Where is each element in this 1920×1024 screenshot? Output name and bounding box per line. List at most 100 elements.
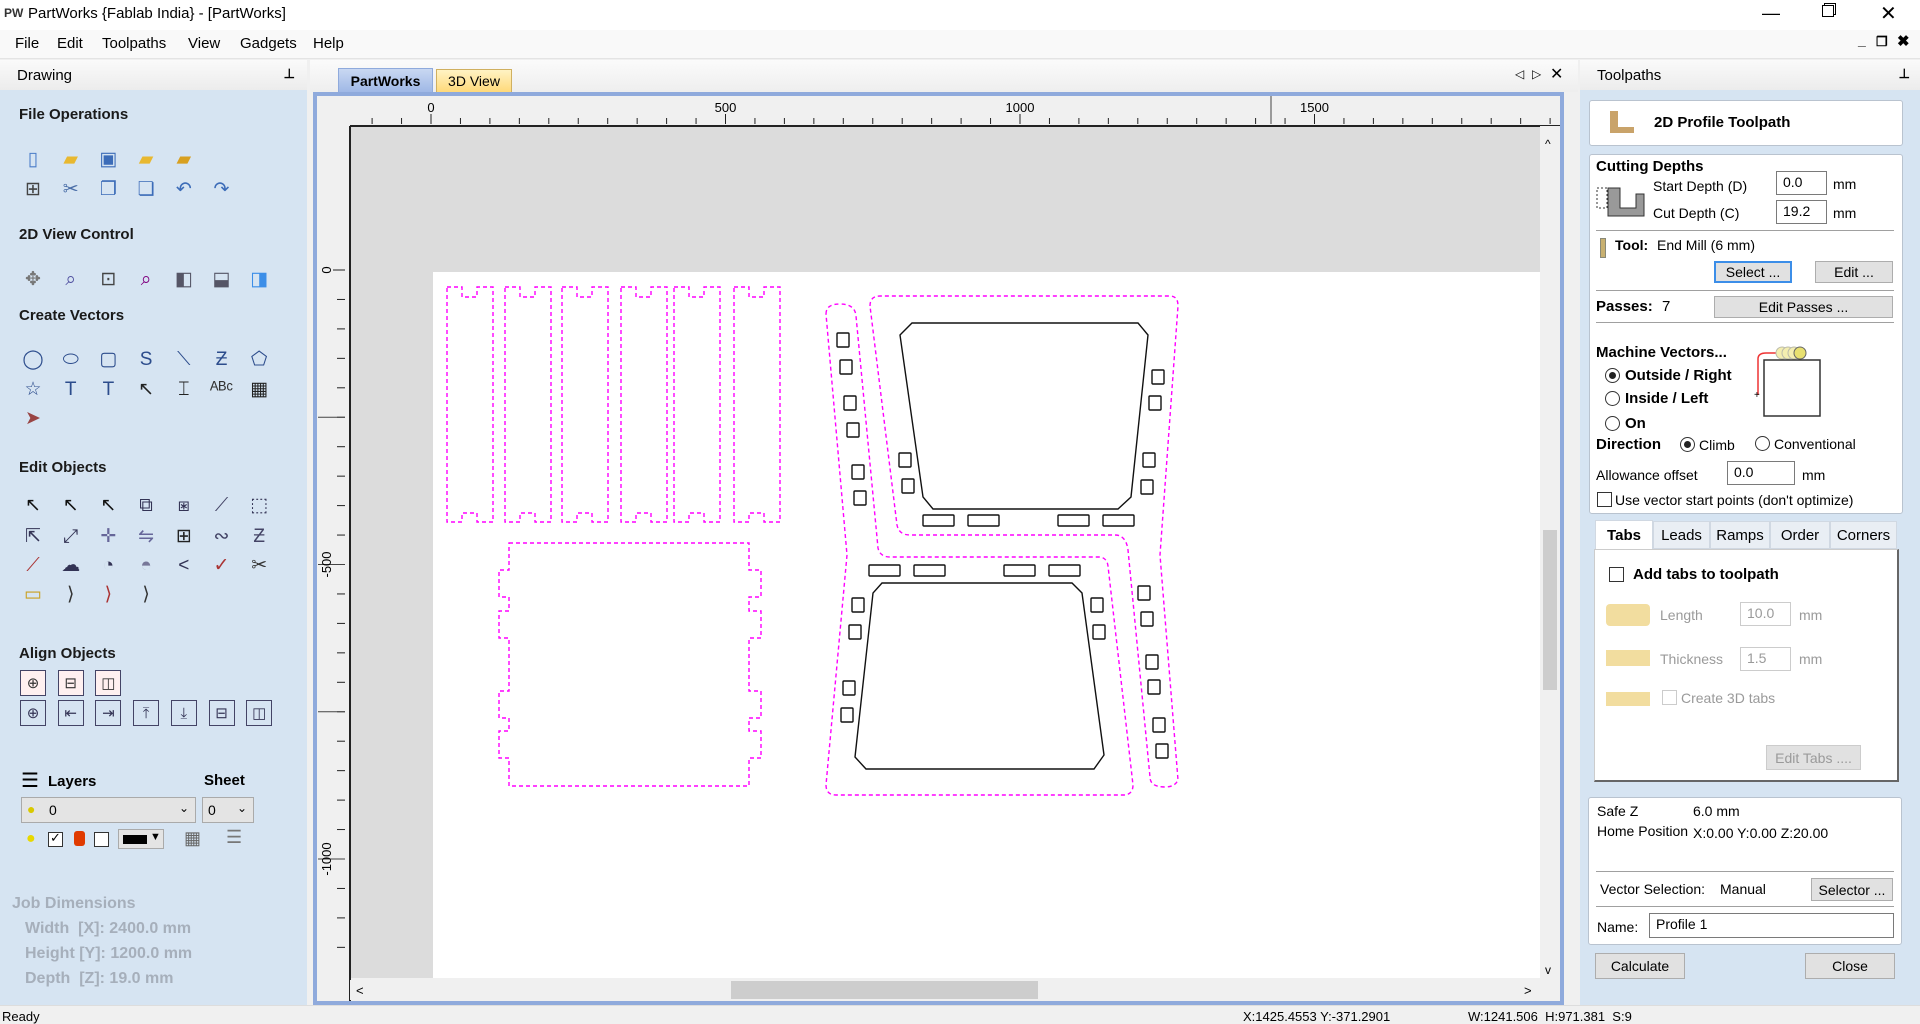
restore-button[interactable] — [1822, 5, 1834, 17]
close-document-icon[interactable]: ✕ — [1550, 64, 1563, 84]
zoom-selection-icon[interactable]: ⌕ — [133, 266, 159, 292]
group-icon[interactable]: ⧉ — [133, 492, 159, 518]
layer-visible-icon[interactable]: ● — [26, 830, 36, 848]
menu-edit[interactable]: Edit — [57, 35, 83, 52]
transform-icon[interactable]: ↖ — [95, 492, 121, 518]
toggle-right-pane-icon[interactable]: ◨ — [246, 266, 272, 292]
scissors-icon[interactable]: ✂ — [246, 552, 272, 578]
menu-toolpaths[interactable]: Toolpaths — [102, 35, 166, 52]
tab-order[interactable]: Order — [1770, 521, 1830, 549]
node-edit-icon[interactable]: ↖ — [58, 492, 84, 518]
dogbone-icon[interactable]: ⟩ — [58, 581, 84, 607]
tab-corners[interactable]: Corners — [1830, 521, 1897, 549]
align-top-icon[interactable]: ⤒ — [133, 700, 160, 726]
arc-text-icon[interactable]: ᴬᴮᶜ — [209, 376, 235, 402]
text-icon[interactable]: T — [58, 376, 84, 402]
radio-outside-right[interactable] — [1605, 368, 1620, 383]
cut-icon[interactable]: ✂ — [58, 176, 84, 202]
ellipse-icon[interactable]: ⬭ — [58, 346, 84, 372]
zigzag-icon[interactable]: Ƶ — [209, 346, 235, 372]
create-3d-tabs-checkbox[interactable] — [1662, 690, 1677, 705]
minimize-button[interactable]: — — [1762, 3, 1780, 24]
zoom-box-icon[interactable]: ⌕ — [58, 266, 84, 292]
radio-climb[interactable] — [1680, 437, 1695, 452]
bitmap-trace-icon[interactable]: ➤ — [20, 405, 46, 431]
pan-icon[interactable]: ✥ — [20, 266, 46, 292]
edit-tabs-button[interactable]: Edit Tabs .... — [1766, 745, 1861, 770]
save-file-icon[interactable]: ▣ — [95, 146, 121, 172]
array-copy-icon[interactable]: ⊞ — [171, 523, 197, 549]
open-file-icon[interactable]: ▰ — [58, 146, 84, 172]
edit-passes-button[interactable]: Edit Passes ... — [1714, 296, 1893, 318]
import-bitmap-icon[interactable]: ▰ — [171, 146, 197, 172]
rectangle-icon[interactable]: ▢ — [95, 346, 121, 372]
subtract-icon[interactable]: ◔ — [95, 552, 121, 578]
close-window-button[interactable]: ✕ — [1880, 1, 1897, 26]
bend-text-icon[interactable]: ⌶ — [171, 376, 197, 402]
scale-icon[interactable]: ⤢ — [58, 523, 84, 549]
calculate-button[interactable]: Calculate — [1595, 953, 1685, 979]
start-depth-input[interactable]: 0.0 — [1776, 171, 1827, 195]
move-icon[interactable]: ⇱ — [20, 523, 46, 549]
tab-scroll-left-icon[interactable]: ◁ — [1515, 67, 1524, 81]
center-in-material-icon[interactable]: ⊕ — [20, 670, 46, 696]
menu-file[interactable]: File — [15, 35, 39, 52]
selector-button[interactable]: Selector ... — [1811, 878, 1893, 901]
distort-icon[interactable]: ⬚ — [246, 492, 272, 518]
edit-tool-button[interactable]: Edit ... — [1815, 261, 1893, 283]
align-v-center-icon[interactable]: ◫ — [246, 700, 273, 726]
text-on-curve-icon[interactable]: ↖ — [133, 376, 159, 402]
fillet-icon[interactable]: < — [171, 552, 197, 578]
layer-visible-checkbox[interactable]: ✓ — [48, 830, 63, 847]
sheet-manager-icon[interactable]: ☰ — [226, 827, 242, 848]
add-tabs-checkbox[interactable] — [1609, 567, 1624, 582]
mdi-restore-button[interactable]: ❐ — [1876, 34, 1888, 50]
redo-icon[interactable]: ↷ — [209, 176, 235, 202]
select-tool-button[interactable]: Select ... — [1714, 261, 1792, 283]
ungroup-icon[interactable]: ⧆ — [171, 492, 197, 518]
circle-icon[interactable]: ◯ — [20, 346, 46, 372]
toggle-left-pane-icon[interactable]: ◧ — [171, 266, 197, 292]
toggle-bottom-pane-icon[interactable]: ⬓ — [209, 266, 235, 292]
star-icon[interactable]: ☆ — [20, 376, 46, 402]
ctrl-point-icon[interactable]: ⟩ — [133, 581, 159, 607]
polygon-icon[interactable]: ⬠ — [246, 346, 272, 372]
drawing-view[interactable]: 0 500 1000 1500 0 -500 -1000 ^ v < > — [317, 96, 1560, 1001]
layer-color-picker[interactable]: ▼ — [118, 829, 164, 849]
align-bottom-icon[interactable]: ⤓ — [170, 700, 197, 726]
horizontal-scrollbar-thumb[interactable] — [731, 981, 1038, 999]
tab-ramps[interactable]: Ramps — [1710, 521, 1770, 549]
auto-layout-text-icon[interactable]: T — [95, 376, 121, 402]
polyline-icon[interactable]: S — [133, 346, 159, 372]
rotate-icon[interactable]: ✛ — [95, 523, 121, 549]
tab-3d-view[interactable]: 3D View — [436, 69, 512, 92]
copy-icon[interactable]: ❐ — [95, 176, 121, 202]
new-file-icon[interactable]: ▯ — [20, 146, 46, 172]
tab-thickness-input[interactable]: 1.5 — [1740, 647, 1791, 671]
sheet-select[interactable]: 0 ⌄ — [202, 797, 254, 823]
align-left-icon[interactable]: ⇤ — [57, 700, 84, 726]
tab-partworks[interactable]: PartWorks — [338, 68, 433, 92]
open-component-icon[interactable]: ▰ — [133, 146, 159, 172]
trim-icon[interactable]: ⟋ — [20, 552, 46, 578]
pin-icon[interactable]: ⊥ — [1899, 66, 1910, 82]
allowance-offset-input[interactable]: 0.0 — [1727, 461, 1795, 485]
align-center-icon[interactable]: ⊕ — [20, 700, 46, 726]
select-icon[interactable]: ↖ — [20, 492, 46, 518]
toolpath-name-input[interactable]: Profile 1 — [1649, 913, 1894, 938]
curve-fit-icon[interactable]: ✓ — [209, 552, 235, 578]
layer-lock-checkbox[interactable] — [94, 832, 109, 847]
job-setup-icon[interactable]: ⊞ — [20, 176, 46, 202]
radio-inside-left[interactable] — [1605, 391, 1620, 406]
measure-icon[interactable]: ⟋ — [209, 492, 235, 518]
paste-icon[interactable]: ❏ — [133, 176, 159, 202]
weld-icon[interactable]: ☁ — [58, 552, 84, 578]
vertical-scrollbar-thumb[interactable] — [1543, 530, 1557, 690]
mdi-close-button[interactable]: ✖ — [1897, 32, 1910, 50]
cut-depth-input[interactable]: 19.2 — [1776, 200, 1827, 224]
tab-leads[interactable]: Leads — [1653, 521, 1710, 549]
intersect-icon[interactable]: ◓ — [133, 552, 159, 578]
center-horizontal-icon[interactable]: ⊟ — [57, 670, 84, 696]
align-h-center-icon[interactable]: ⊟ — [208, 700, 235, 726]
smart-snap-icon[interactable]: Ƶ — [246, 523, 272, 549]
